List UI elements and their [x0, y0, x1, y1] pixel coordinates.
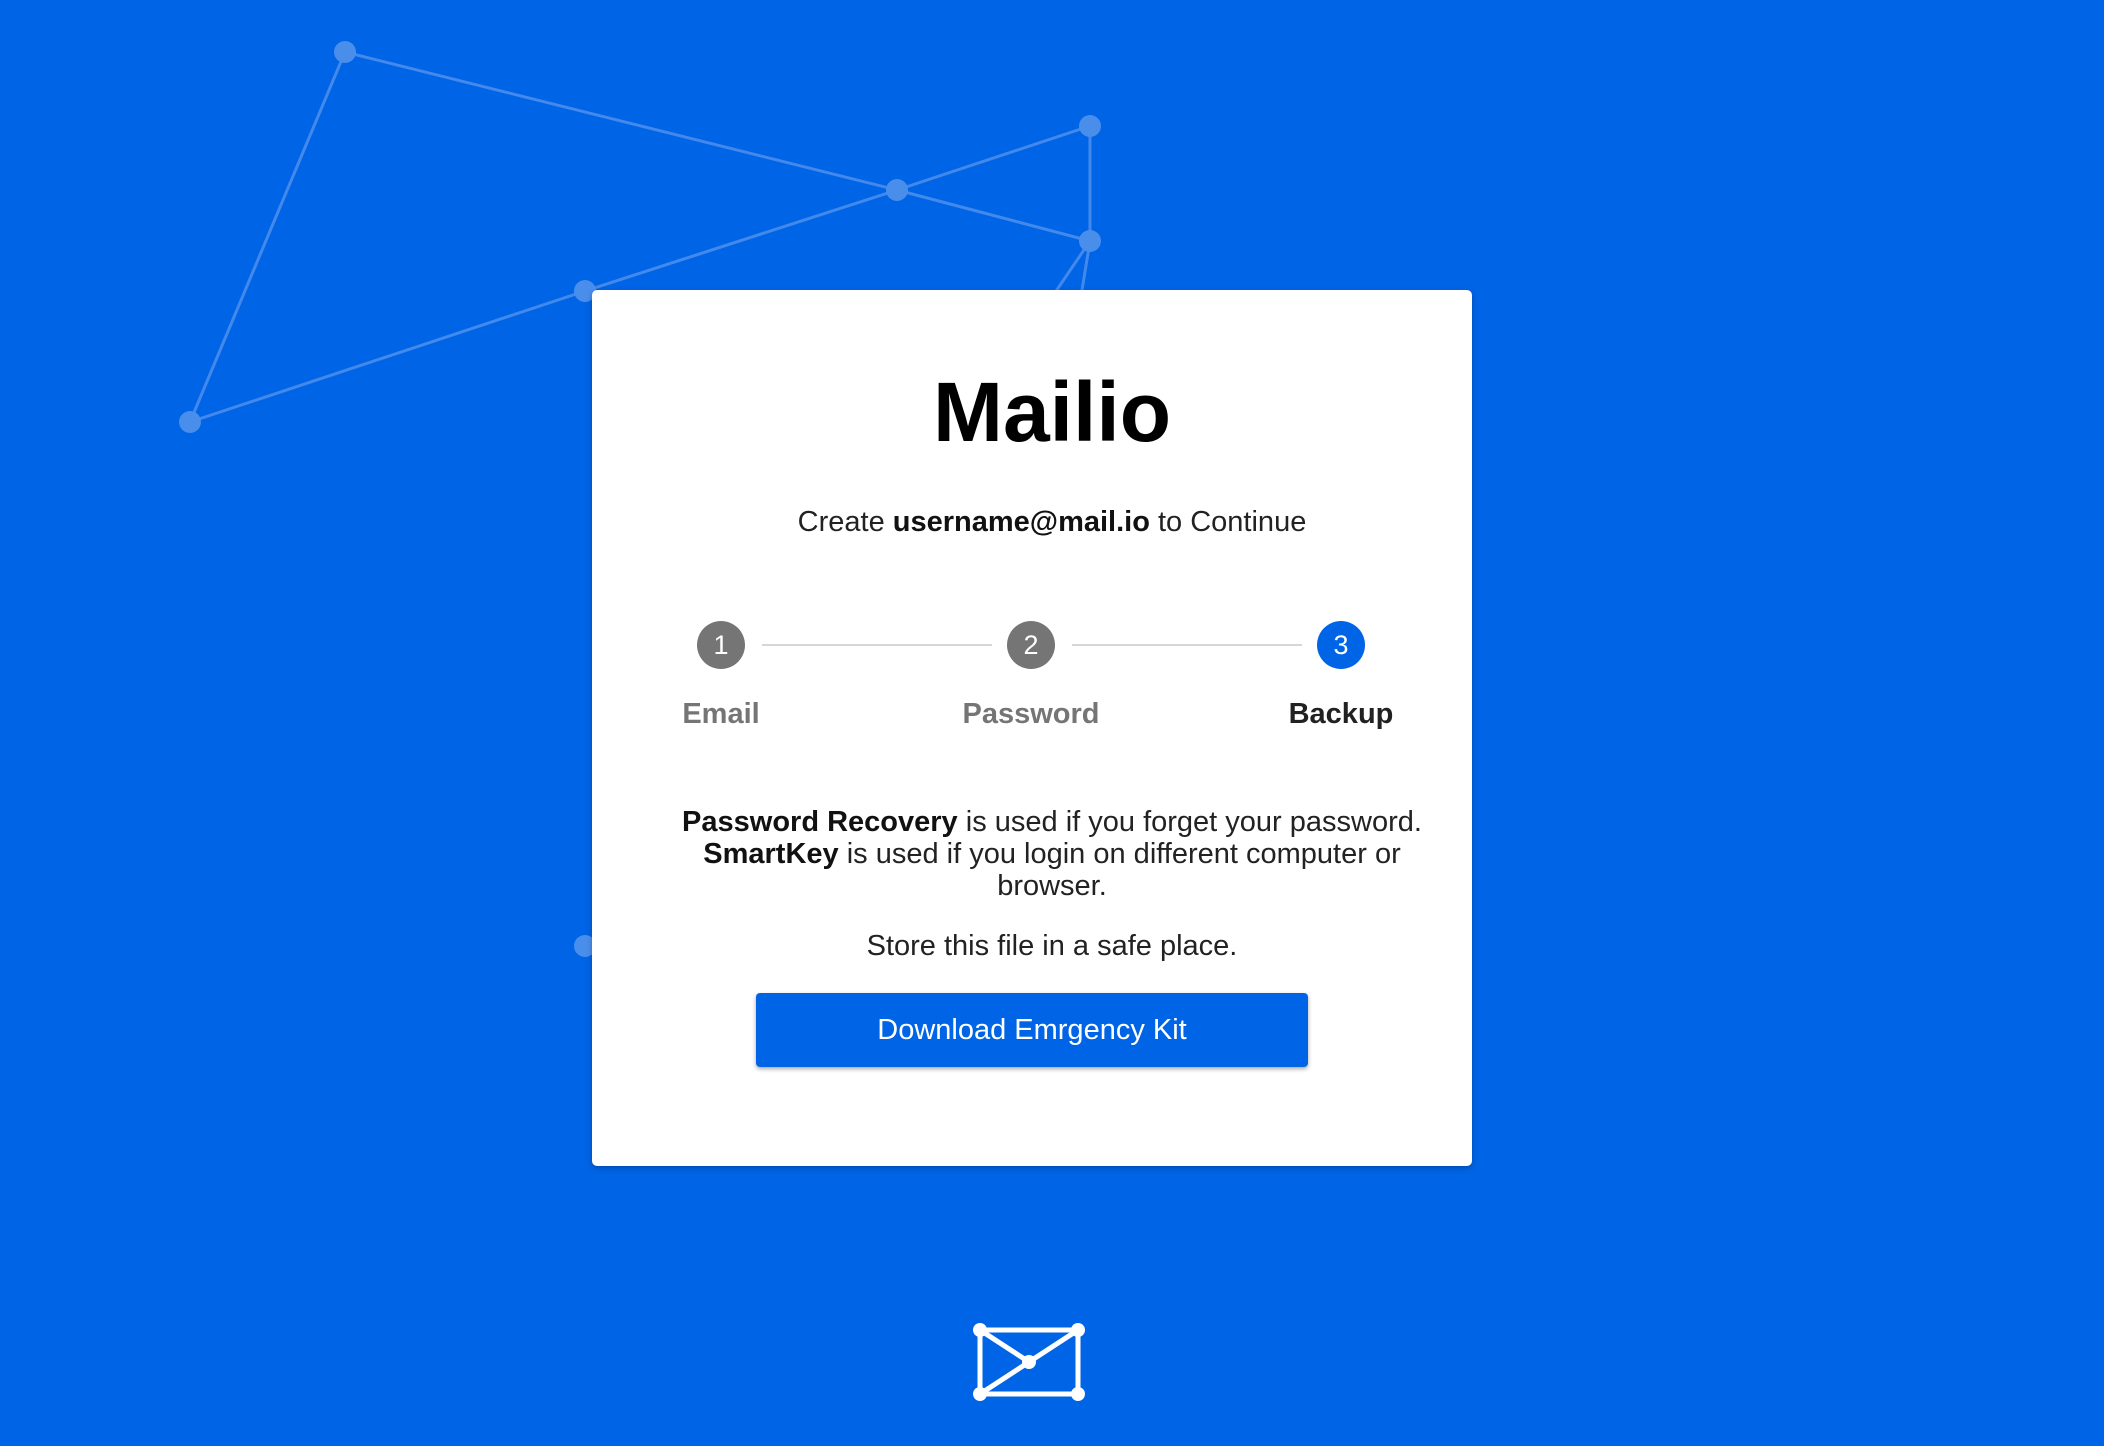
- recovery-text: is used if you forget your password.: [957, 806, 1422, 838]
- download-emergency-kit-button[interactable]: Download Emrgency Kit: [756, 993, 1308, 1067]
- store-note: Store this file in a safe place.: [866, 930, 1238, 962]
- step-2-label[interactable]: Password: [911, 698, 1151, 731]
- step-3-circle[interactable]: 3: [1317, 621, 1365, 669]
- smartkey-term: SmartKey: [703, 838, 839, 870]
- subtitle-suffix: to Continue: [1149, 506, 1307, 538]
- step-3-label[interactable]: Backup: [1221, 698, 1461, 731]
- step-1-label[interactable]: Email: [601, 698, 841, 731]
- recovery-line: Password Recovery is used if you forget …: [0, 806, 2104, 838]
- smartkey-text: is used if you login on different comput…: [838, 838, 1401, 870]
- step-2-circle[interactable]: 2: [1007, 621, 1055, 669]
- mailio-envelope-logo-icon: [973, 1323, 1085, 1401]
- subtitle-prefix: Create: [797, 506, 893, 538]
- app-title: Mailio: [932, 365, 1171, 459]
- step-connector-2: [1072, 644, 1302, 646]
- smartkey-line: SmartKey is used if you login on differe…: [0, 838, 2104, 870]
- recovery-term: Password Recovery: [682, 806, 958, 838]
- subtitle-email: username@mail.io: [892, 506, 1150, 538]
- smartkey-line-2: browser.: [997, 870, 1107, 902]
- backup-info: Password Recovery is used if you forget …: [0, 806, 2104, 902]
- subtitle: Create username@mail.io to Continue: [0, 506, 2104, 539]
- step-1-circle[interactable]: 1: [697, 621, 745, 669]
- step-connector-1: [762, 644, 992, 646]
